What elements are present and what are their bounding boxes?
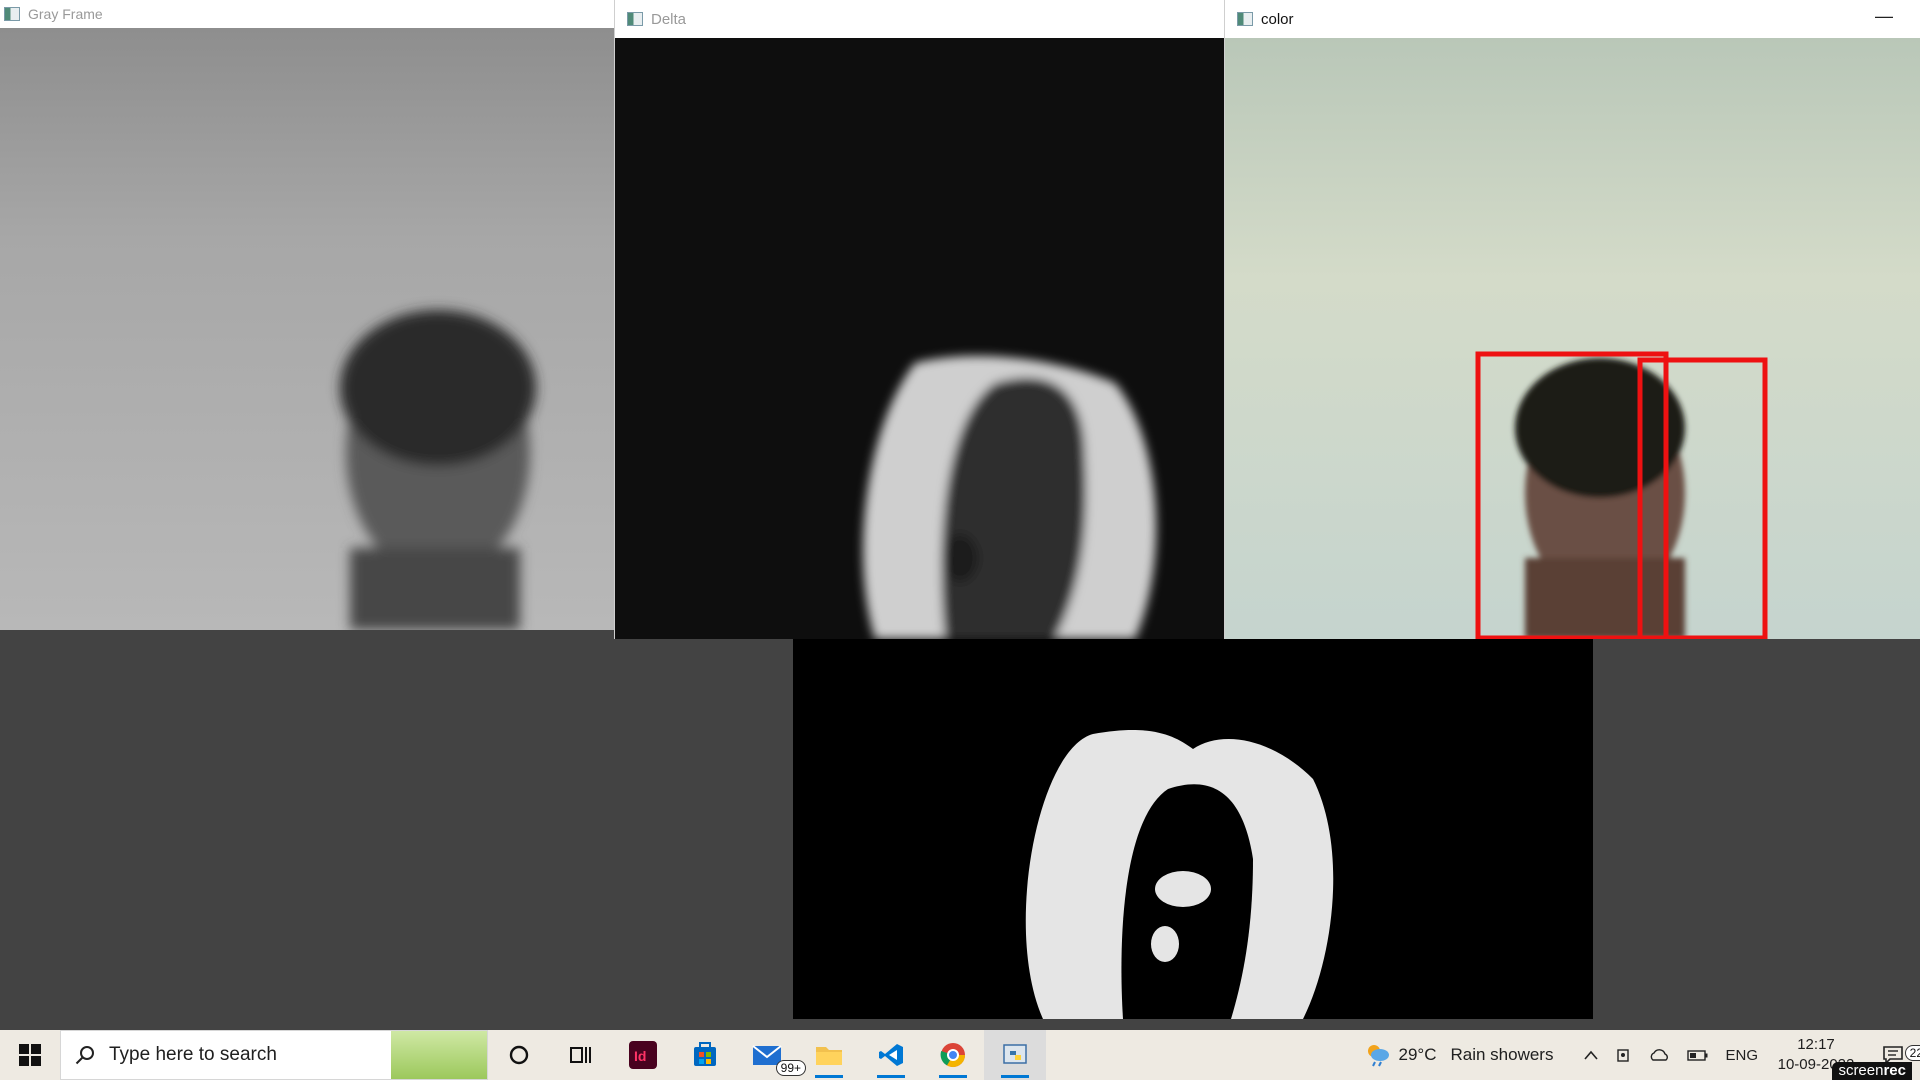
gray-frame-window[interactable]: Gray Frame bbox=[0, 0, 614, 630]
gray-frame-image bbox=[0, 28, 614, 630]
indesign-icon[interactable]: Id bbox=[612, 1030, 674, 1080]
taskbar: Type here to search Id 99+ 29°C Rain sho… bbox=[0, 1030, 1920, 1080]
search-placeholder: Type here to search bbox=[109, 1044, 277, 1065]
vscode-icon[interactable] bbox=[860, 1030, 922, 1080]
color-image bbox=[1225, 38, 1920, 639]
screenrec-watermark: screenrec bbox=[1832, 1062, 1912, 1080]
mail-icon[interactable]: 99+ bbox=[736, 1030, 806, 1080]
search-highlight-illustration bbox=[391, 1031, 487, 1079]
cortana-icon[interactable] bbox=[488, 1030, 550, 1080]
color-window[interactable]: color — bbox=[1224, 0, 1920, 639]
rain-cloud-icon bbox=[1367, 1045, 1389, 1067]
meet-now-icon[interactable] bbox=[1615, 1046, 1633, 1064]
screenrec-brand-b: rec bbox=[1883, 1062, 1906, 1079]
opencv-window-icon bbox=[627, 12, 643, 26]
delta-titlebar[interactable]: Delta bbox=[615, 0, 1225, 38]
window-title: Delta bbox=[651, 10, 687, 28]
window-title: color bbox=[1261, 10, 1294, 28]
opencv-window-icon bbox=[1237, 12, 1253, 26]
file-explorer-icon[interactable] bbox=[798, 1030, 860, 1080]
battery-icon[interactable] bbox=[1687, 1049, 1709, 1061]
weather-condition: Rain showers bbox=[1450, 1045, 1554, 1064]
color-titlebar[interactable]: color — bbox=[1225, 0, 1920, 38]
python-icon[interactable] bbox=[984, 1030, 1046, 1080]
chrome-icon[interactable] bbox=[922, 1030, 984, 1080]
opencv-window-icon bbox=[4, 7, 20, 21]
minimize-button[interactable]: — bbox=[1875, 6, 1893, 27]
onedrive-icon[interactable] bbox=[1649, 1048, 1671, 1062]
notification-count-badge: 22 bbox=[1904, 1045, 1920, 1061]
threshold-window[interactable] bbox=[793, 639, 1593, 1019]
weather-temperature: 29°C bbox=[1398, 1045, 1437, 1064]
store-icon[interactable] bbox=[674, 1030, 736, 1080]
search-icon bbox=[75, 1046, 94, 1065]
task-view-icon[interactable] bbox=[550, 1030, 612, 1080]
start-button[interactable] bbox=[0, 1030, 60, 1080]
screenrec-brand-a: screen bbox=[1838, 1062, 1884, 1079]
delta-image bbox=[615, 38, 1225, 639]
chevron-up-icon[interactable] bbox=[1583, 1049, 1599, 1061]
weather-widget[interactable]: 29°C Rain showers bbox=[1365, 1043, 1554, 1067]
windows-logo-icon bbox=[19, 1044, 41, 1066]
delta-window[interactable]: Delta bbox=[614, 0, 1225, 639]
threshold-image bbox=[793, 639, 1593, 1019]
language-indicator[interactable]: ENG bbox=[1725, 1047, 1758, 1064]
window-title: Gray Frame bbox=[28, 6, 103, 22]
search-box[interactable]: Type here to search bbox=[60, 1030, 488, 1080]
svg-text:Id: Id bbox=[634, 1048, 646, 1064]
clock-time: 12:17 bbox=[1797, 1036, 1835, 1053]
gray-frame-titlebar[interactable]: Gray Frame bbox=[0, 0, 614, 28]
